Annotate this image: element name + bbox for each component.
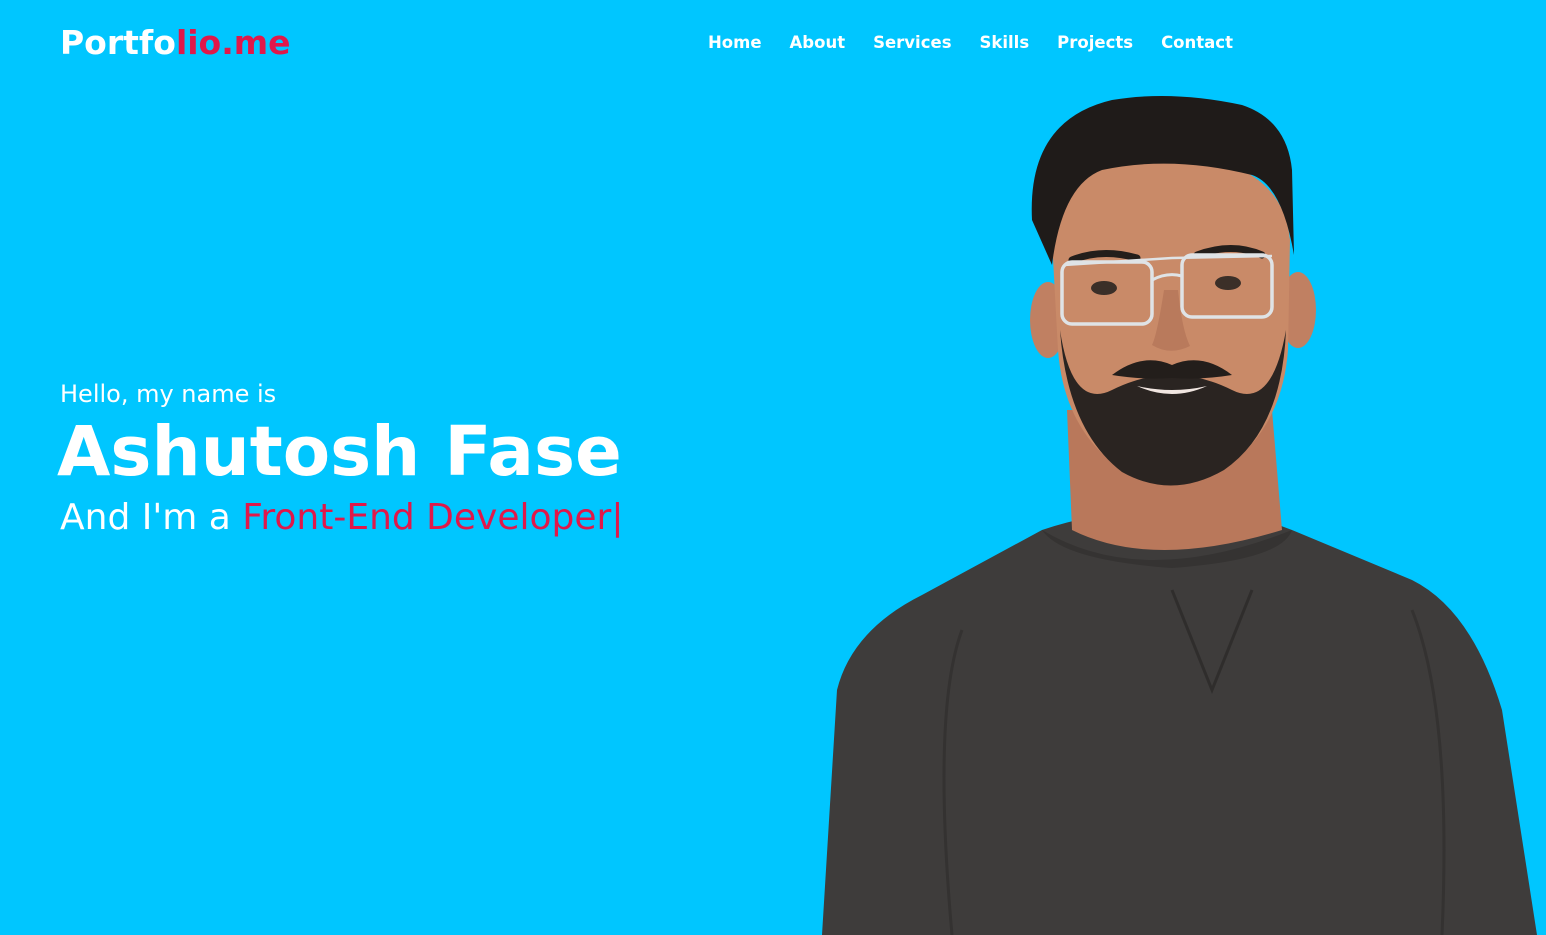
nav-link-contact[interactable]: Contact [1161, 31, 1233, 55]
nav-link-services[interactable]: Services [873, 31, 951, 55]
portrait-photo [822, 96, 1537, 935]
hero-section: Hello, my name is Ashutosh Fase And I'm … [57, 376, 623, 544]
nav-link-projects[interactable]: Projects [1057, 31, 1133, 55]
nav-item-services: Services [873, 31, 951, 55]
shirt-shape [822, 508, 1537, 935]
hero-greeting: Hello, my name is [60, 380, 277, 408]
hero-role-prefix: And I'm a [60, 497, 243, 538]
typing-cursor: | [611, 497, 624, 538]
hero-role-typed: Front-End Developer [242, 497, 612, 538]
nav-item-about: About [790, 31, 846, 55]
logo-text-accent: lio.me [175, 23, 291, 62]
nav-item-home: Home [708, 31, 762, 55]
nav-menu: Home About Services Skills Projects Cont… [708, 31, 1261, 55]
nav-item-skills: Skills [980, 31, 1030, 55]
nav-link-about[interactable]: About [790, 31, 846, 55]
hero-role: And I'm a Front-End Developer| [60, 492, 623, 544]
logo-link[interactable]: Portfolio.me [60, 22, 291, 64]
navbar: Portfolio.me Home About Services Skills … [0, 0, 1546, 88]
nav-link-skills[interactable]: Skills [980, 31, 1030, 55]
nav-link-home[interactable]: Home [708, 31, 762, 55]
logo-text-primary: Portfo [60, 23, 176, 62]
nav-item-contact: Contact [1161, 31, 1233, 55]
hero-name: Ashutosh Fase [57, 412, 622, 492]
nav-item-projects: Projects [1057, 31, 1133, 55]
